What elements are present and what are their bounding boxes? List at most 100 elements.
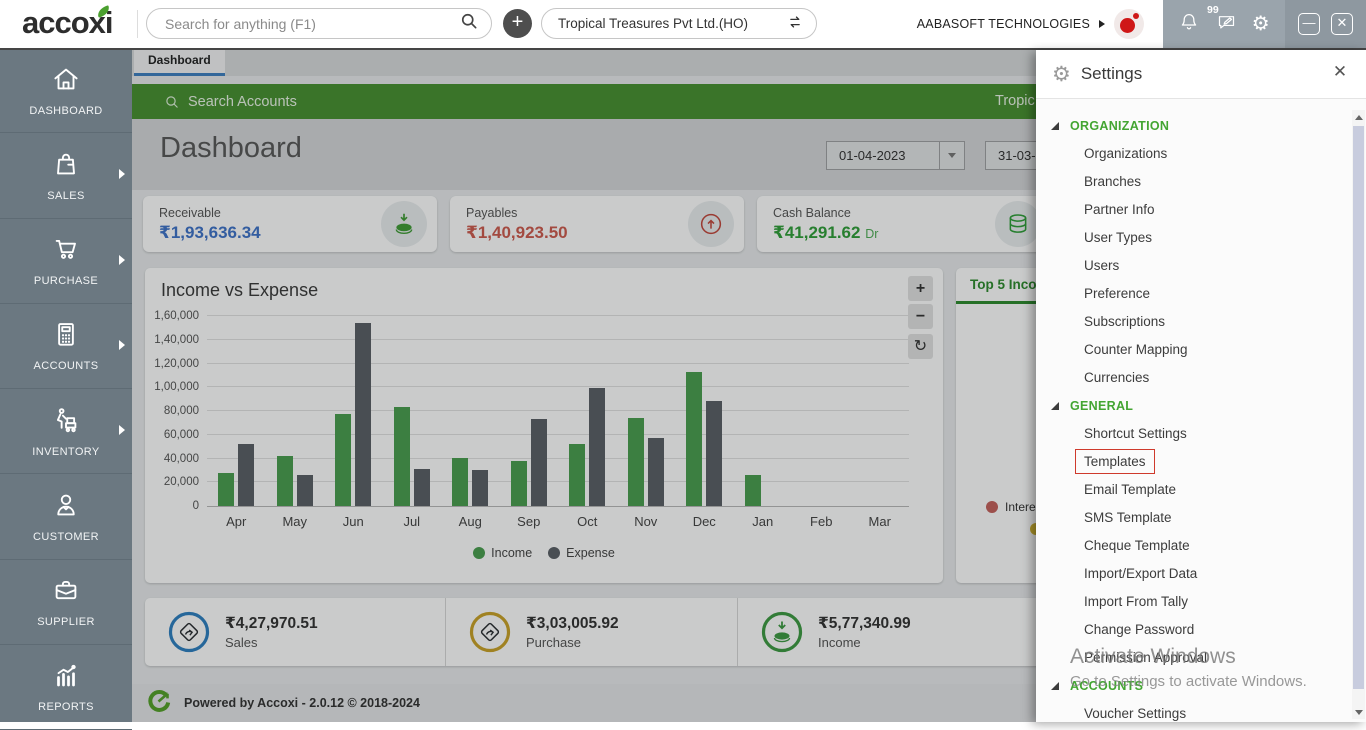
sidebar-item-sales[interactable]: SALES: [0, 133, 132, 219]
bar-expense-aug: [472, 470, 489, 506]
x-tick: Feb: [810, 514, 833, 529]
zoom-in-button[interactable]: +: [908, 276, 933, 301]
sidebar-item-label: INVENTORY: [32, 445, 100, 458]
settings-close-icon[interactable]: ✕: [1328, 62, 1352, 82]
search-icon[interactable]: [459, 11, 479, 36]
bar-group-apr: [218, 316, 255, 506]
y-tick: 1,40,000: [154, 333, 199, 346]
x-axis-labels: Apr May Jun Jul Aug Sep Oct Nov Dec Jan Feb Mar: [207, 514, 909, 529]
settings-section-label: ORGANIZATION: [1070, 119, 1170, 133]
bar-income-may: [276, 456, 293, 506]
sidebar-item-accounts[interactable]: ACCOUNTS: [0, 304, 132, 389]
scroll-up-icon[interactable]: [1352, 110, 1365, 124]
scrollbar-thumb[interactable]: [1353, 126, 1364, 689]
bar-income-aug: [452, 458, 469, 506]
footer-text: Powered by Accoxi - 2.0.12 © 2018-2024: [184, 696, 420, 710]
global-search[interactable]: [146, 8, 492, 39]
settings-item-cheque-template[interactable]: Cheque Template: [1036, 532, 1351, 560]
tab-dashboard[interactable]: Dashboard: [134, 48, 225, 76]
settings-item-currencies[interactable]: Currencies: [1036, 364, 1351, 392]
y-tick: 1,60,000: [154, 310, 199, 322]
search-input[interactable]: [163, 14, 459, 33]
sidebar-item-label: CUSTOMER: [33, 530, 99, 543]
x-tick: May: [282, 514, 308, 529]
person-icon: [51, 490, 81, 525]
diamond-arrow-icon: [468, 610, 512, 654]
bar-group-jun: [335, 316, 372, 506]
close-button[interactable]: ✕: [1331, 13, 1353, 35]
bar-group-jan: [744, 316, 781, 506]
settings-section-general[interactable]: GENERAL: [1036, 392, 1351, 420]
settings-item-change-password[interactable]: Change Password: [1036, 616, 1351, 644]
chart-title: Income vs Expense: [161, 280, 319, 300]
settings-list: ORGANIZATION Organizations Branches Partne…: [1036, 98, 1351, 722]
settings-item-counter-mapping[interactable]: Counter Mapping: [1036, 336, 1351, 364]
minimize-button[interactable]: —: [1298, 13, 1320, 35]
date-from-input[interactable]: 01-04-2023: [826, 141, 965, 170]
y-tick: 20,000: [163, 476, 199, 489]
topbar: accoxi + Tropical Treasures Pvt Ltd.(HO)…: [0, 0, 1366, 50]
accoxi-footer-logo-icon: [146, 688, 172, 719]
avatar[interactable]: [1114, 9, 1144, 39]
bar-expense-may: [296, 475, 313, 506]
settings-item-email-template[interactable]: Email Template: [1036, 476, 1351, 504]
settings-item-organizations[interactable]: Organizations: [1036, 140, 1351, 168]
submenu-arrow-icon: [119, 425, 125, 436]
calculator-icon: [51, 319, 81, 354]
sidebar-item-reports[interactable]: REPORTS: [0, 645, 132, 730]
sidebar-item-label: REPORTS: [38, 701, 94, 714]
bar-group-oct: [569, 316, 606, 506]
settings-item-subscriptions[interactable]: Subscriptions: [1036, 308, 1351, 336]
settings-item-preference[interactable]: Preference: [1036, 280, 1351, 308]
x-tick: Nov: [634, 514, 658, 529]
scroll-down-icon[interactable]: [1352, 705, 1365, 719]
bar-chart-icon: [51, 660, 81, 695]
add-button[interactable]: +: [503, 9, 532, 38]
stat-value: ₹1,93,636.34: [159, 222, 261, 242]
settings-item-user-types[interactable]: User Types: [1036, 224, 1351, 252]
sidebar-item-purchase[interactable]: PURCHASE: [0, 219, 132, 304]
account-menu[interactable]: AABASOFT TECHNOLOGIES: [917, 0, 1144, 48]
company-name: Tropical Treasures Pvt Ltd.(HO): [558, 16, 749, 31]
settings-item-permission-approval[interactable]: Permission Approval: [1036, 644, 1351, 672]
switch-company-icon[interactable]: [786, 13, 804, 34]
settings-section-accounts[interactable]: ACCOUNTS: [1036, 672, 1351, 700]
settings-item-partner-info[interactable]: Partner Info: [1036, 196, 1351, 224]
arrow-up-circle-icon: [688, 201, 734, 247]
account-name: AABASOFT TECHNOLOGIES: [916, 17, 1090, 31]
search-accounts-button[interactable]: Search Accounts: [164, 84, 297, 119]
settings-item-import-export-data[interactable]: Import/Export Data: [1036, 560, 1351, 588]
date-dropdown-icon[interactable]: [939, 142, 964, 169]
settings-item-users[interactable]: Users: [1036, 252, 1351, 280]
sidebar-item-inventory[interactable]: INVENTORY: [0, 389, 132, 475]
plot-area: [207, 315, 909, 507]
settings-item-voucher-settings[interactable]: Voucher Settings: [1036, 700, 1351, 722]
sidebar-item-dashboard[interactable]: DASHBOARD: [0, 48, 132, 134]
window-controls: — ✕: [1285, 0, 1366, 48]
chart-plot: 1,60,000 1,40,000 1,20,000 1,00,000 80,000 60…: [145, 310, 943, 512]
sidebar-item-supplier[interactable]: SUPPLIER: [0, 560, 132, 645]
y-tick: 0: [192, 500, 199, 512]
notifications-icon[interactable]: [1178, 11, 1200, 38]
settings-section-organization[interactable]: ORGANIZATION: [1036, 112, 1351, 140]
shopping-bag-icon: [51, 149, 81, 184]
settings-item-sms-template[interactable]: SMS Template: [1036, 504, 1351, 532]
settings-item-branches[interactable]: Branches: [1036, 168, 1351, 196]
sidebar-item-label: SALES: [47, 189, 85, 202]
settings-item-shortcut-settings[interactable]: Shortcut Settings: [1036, 420, 1351, 448]
settings-icon[interactable]: ⚙: [1252, 14, 1270, 34]
expand-triangle-icon: [1051, 122, 1059, 130]
sidebar-item-customer[interactable]: CUSTOMER: [0, 474, 132, 560]
stat-value: ₹1,40,923.50: [466, 222, 568, 242]
settings-scrollbar[interactable]: [1352, 110, 1365, 719]
income-expense-chart: Income vs Expense + − ↻ 1,60,000 1,40,000 1,…: [145, 268, 943, 583]
settings-item-templates[interactable]: Templates: [1036, 448, 1351, 476]
bar-group-nov: [627, 316, 664, 506]
coin-in-icon: [381, 201, 427, 247]
settings-item-import-from-tally[interactable]: Import From Tally: [1036, 588, 1351, 616]
bar-expense-sep: [530, 419, 547, 506]
bar-group-dec: [686, 316, 723, 506]
y-tick: 1,00,000: [154, 381, 199, 394]
company-selector[interactable]: Tropical Treasures Pvt Ltd.(HO): [541, 8, 817, 39]
x-tick: Sep: [517, 514, 541, 529]
